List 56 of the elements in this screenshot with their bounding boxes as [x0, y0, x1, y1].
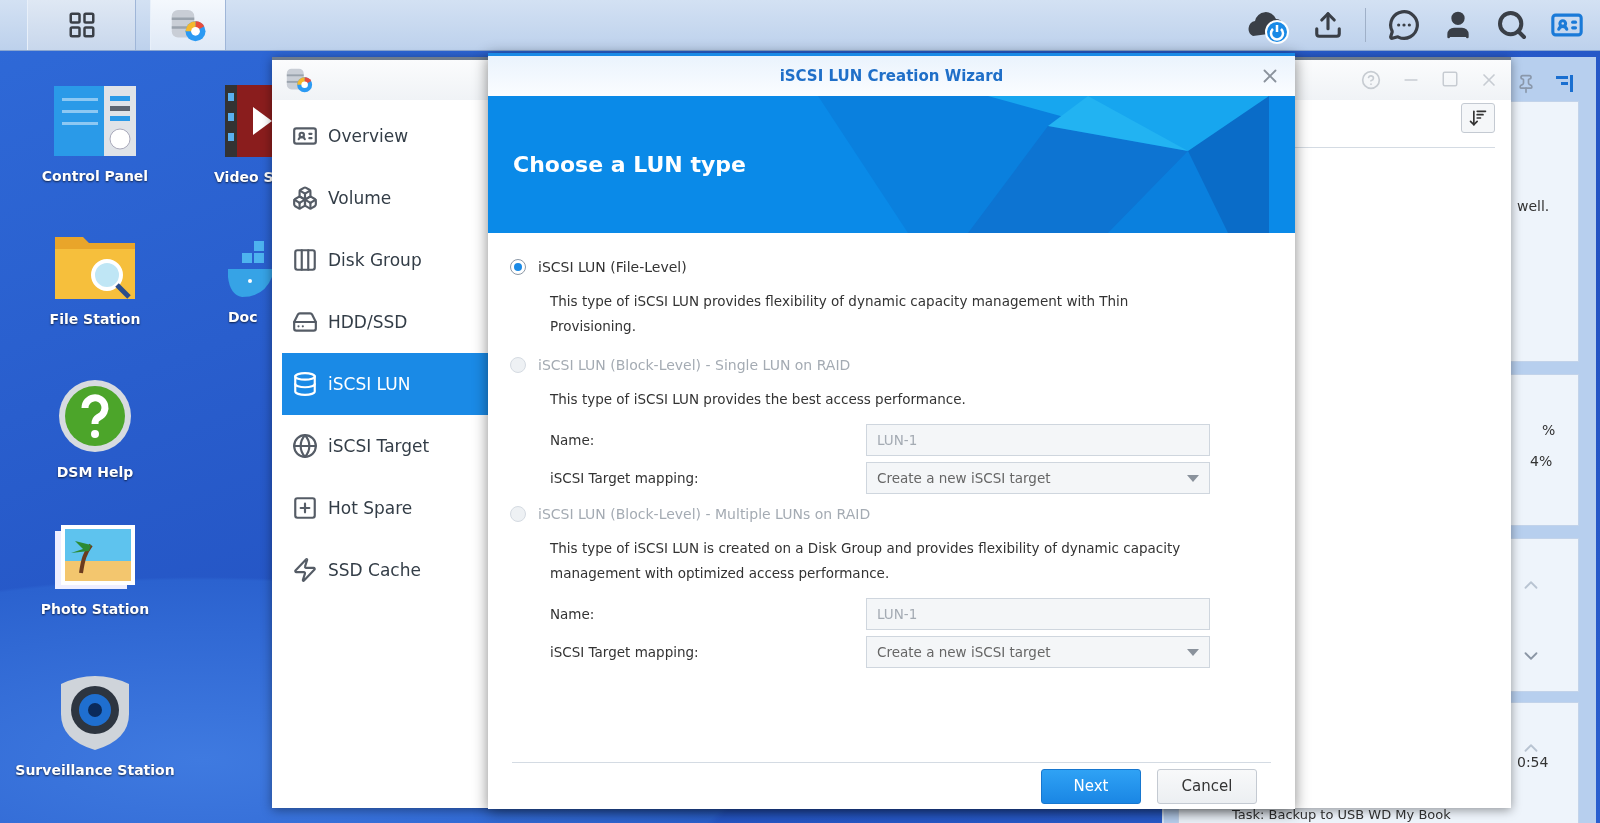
option-label: iSCSI LUN (Block-Level) - Single LUN on RAID — [538, 357, 851, 373]
cancel-button[interactable]: Cancel — [1157, 768, 1257, 804]
desktop-icon-label[interactable]: Video S — [214, 169, 274, 185]
field-label: iSCSI Target mapping: — [550, 470, 700, 486]
caret-icon — [1187, 474, 1199, 482]
sidebar-item[interactable]: iSCSI Target — [282, 415, 498, 477]
radio-button[interactable] — [510, 259, 526, 275]
upload-icon[interactable] — [1313, 10, 1343, 40]
sidebar-item[interactable]: Volume — [282, 167, 498, 229]
panel-icon[interactable] — [1554, 73, 1574, 93]
wizard-heading: Choose a LUN type — [513, 152, 746, 177]
option-description: This type of iSCSI LUN provides flexibility of dynamic capacity management with Thin Provisioning. — [550, 292, 1130, 336]
search-icon[interactable] — [1496, 9, 1528, 41]
widget-text: % — [1542, 422, 1556, 438]
widget-text: 4% — [1530, 453, 1553, 469]
widget-text: well. — [1517, 198, 1550, 214]
widget-text: 0:54 — [1517, 754, 1549, 770]
field-label: Name: — [550, 432, 596, 448]
photo-icon[interactable] — [55, 525, 135, 591]
dialog-title: iSCSI LUN Creation Wizard — [779, 67, 1004, 85]
volume-icon — [292, 185, 318, 211]
sort-icon — [1468, 108, 1488, 128]
sidebar-item[interactable]: Hot Spare — [282, 477, 498, 539]
next-button[interactable]: Next — [1041, 768, 1141, 804]
sort-button[interactable] — [1461, 103, 1495, 133]
desktop-icon-label[interactable]: Photo Station — [40, 601, 150, 617]
widget-text: Task: Backup to USB WD My Book — [1232, 807, 1451, 822]
field-label: iSCSI Target mapping: — [550, 644, 700, 660]
diskgroup-icon — [292, 247, 318, 273]
option-description: This type of iSCSI LUN provides the best access performance. — [550, 390, 967, 409]
target-icon — [292, 433, 318, 459]
whale-icon[interactable] — [228, 239, 272, 297]
sidebar-item[interactable]: Overview — [282, 105, 498, 167]
caret-icon — [1187, 648, 1199, 656]
option-label: iSCSI LUN (File-Level) — [538, 259, 687, 275]
film-icon[interactable] — [225, 85, 272, 157]
help-icon[interactable] — [57, 378, 133, 454]
control-panel-icon[interactable] — [54, 84, 136, 158]
option-description: This type of iSCSI LUN is created on a Disk Group and provides flexibility of dynamic capacity management with optimized access performance. — [550, 539, 1182, 583]
field-label: Name: — [550, 606, 596, 622]
lun-icon — [292, 371, 318, 397]
desktop-icon-label[interactable]: Surveillance Station — [15, 762, 175, 778]
sidebar-item[interactable]: Disk Group — [282, 229, 498, 291]
hdd-icon — [292, 309, 318, 335]
taskbar-button[interactable] — [27, 0, 136, 50]
chat-icon[interactable] — [1388, 9, 1420, 41]
pin-icon[interactable] — [1516, 74, 1536, 94]
desktop-icon-label[interactable]: Control Panel — [41, 168, 149, 184]
desktop-icon-label[interactable]: File Station — [49, 311, 141, 327]
sidebar-item[interactable]: HDD/SSD — [282, 291, 498, 353]
desktop-icon-label[interactable]: DSM Help — [56, 464, 134, 480]
sidebar-item[interactable]: SSD Cache — [282, 539, 498, 601]
desktop-icon-label[interactable]: Doc — [228, 309, 258, 325]
spare-icon — [292, 495, 318, 521]
option-label: iSCSI LUN (Block-Level) - Multiple LUNs on RAID — [538, 506, 871, 522]
cache-icon — [292, 557, 318, 583]
